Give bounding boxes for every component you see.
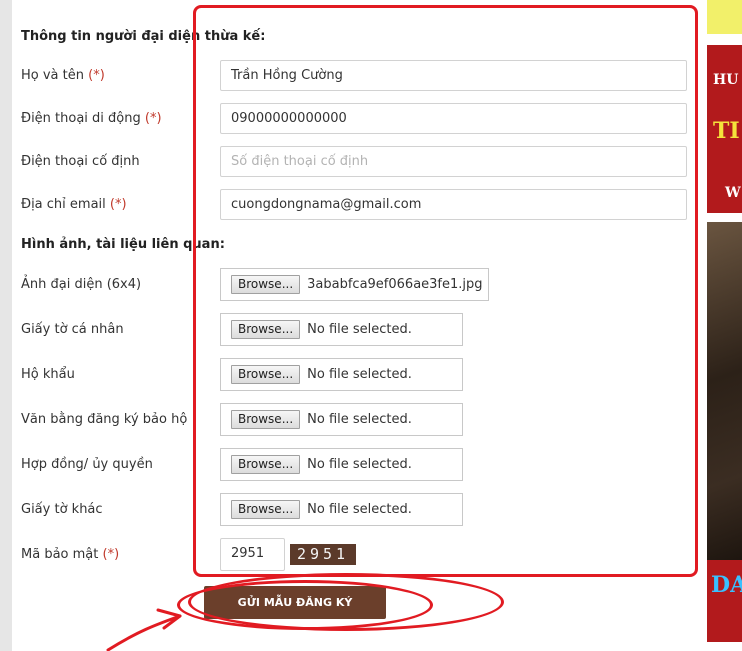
banner-text: W xyxy=(725,185,741,201)
sidebar-banner-bottom[interactable]: DA xyxy=(707,560,742,642)
file-label-other-docs: Giấy tờ khác xyxy=(21,502,103,517)
file-label-household: Hộ khẩu xyxy=(21,367,75,382)
captcha-label-text: Mã bảo mật xyxy=(21,547,99,562)
file-status: 3ababfca9ef066ae3fe1.jpg xyxy=(307,277,483,292)
landline-label: Điện thoại cố định xyxy=(21,154,140,169)
left-page-strip xyxy=(0,0,12,651)
browse-button[interactable]: Browse... xyxy=(231,455,301,474)
sidebar-banner-top[interactable]: HU TI W xyxy=(707,45,742,213)
browse-button[interactable]: Browse... xyxy=(231,320,301,339)
file-input-personal-docs[interactable]: Browse... No file selected. xyxy=(220,313,463,346)
mobile-phone-field[interactable]: 09000000000000 xyxy=(220,103,687,134)
annotation-arrow-icon xyxy=(106,608,182,651)
required-marker: (*) xyxy=(102,547,120,562)
file-status: No file selected. xyxy=(307,367,412,382)
file-status: No file selected. xyxy=(307,322,412,337)
file-status: No file selected. xyxy=(307,502,412,517)
file-status: No file selected. xyxy=(307,412,412,427)
name-field[interactable]: Trần Hồng Cường xyxy=(220,60,687,91)
file-input-other-docs[interactable]: Browse... No file selected. xyxy=(220,493,463,526)
banner-text: TI xyxy=(713,118,740,144)
submit-registration-button[interactable]: GỬI MẪU ĐĂNG KÝ xyxy=(204,586,386,619)
captcha-label: Mã bảo mật (*) xyxy=(21,547,119,562)
section-heading-representative: Thông tin người đại diện thừa kế: xyxy=(21,29,266,44)
sidebar-photo xyxy=(707,222,742,565)
file-label-avatar: Ảnh đại diện (6x4) xyxy=(21,277,142,292)
banner-text: DA xyxy=(711,572,742,598)
captcha-field[interactable]: 2951 xyxy=(220,538,285,571)
email-label: Địa chỉ email (*) xyxy=(21,197,127,212)
file-label-protection-certificate: Văn bằng đăng ký bảo hộ xyxy=(21,412,188,427)
captcha-image: 2951 xyxy=(290,544,356,565)
name-label: Họ và tên (*) xyxy=(21,68,105,83)
browse-button[interactable]: Browse... xyxy=(231,410,301,429)
right-sidebar: HU TI W DA xyxy=(707,0,742,651)
required-marker: (*) xyxy=(144,111,162,126)
file-input-protection-certificate[interactable]: Browse... No file selected. xyxy=(220,403,463,436)
mobile-label-text: Điện thoại di động xyxy=(21,111,141,126)
banner-text: HU xyxy=(713,72,739,88)
name-label-text: Họ và tên xyxy=(21,68,84,83)
email-field[interactable]: cuongdongnama@gmail.com xyxy=(220,189,687,220)
section-heading-documents: Hình ảnh, tài liệu liên quan: xyxy=(21,237,225,252)
sidebar-yellow-strip xyxy=(707,0,742,34)
email-label-text: Địa chỉ email xyxy=(21,197,106,212)
file-label-personal-docs: Giấy tờ cá nhân xyxy=(21,322,124,337)
mobile-label: Điện thoại di động (*) xyxy=(21,111,162,126)
file-input-contract[interactable]: Browse... No file selected. xyxy=(220,448,463,481)
file-input-avatar[interactable]: Browse... 3ababfca9ef066ae3fe1.jpg xyxy=(220,268,489,301)
file-label-contract: Hợp đồng/ ủy quyền xyxy=(21,457,153,472)
required-marker: (*) xyxy=(88,68,105,83)
file-status: No file selected. xyxy=(307,457,412,472)
browse-button[interactable]: Browse... xyxy=(231,275,301,294)
browse-button[interactable]: Browse... xyxy=(231,500,301,519)
required-marker: (*) xyxy=(109,197,127,212)
browse-button[interactable]: Browse... xyxy=(231,365,301,384)
landline-phone-field[interactable]: Số điện thoại cố định xyxy=(220,146,687,177)
file-input-household[interactable]: Browse... No file selected. xyxy=(220,358,463,391)
